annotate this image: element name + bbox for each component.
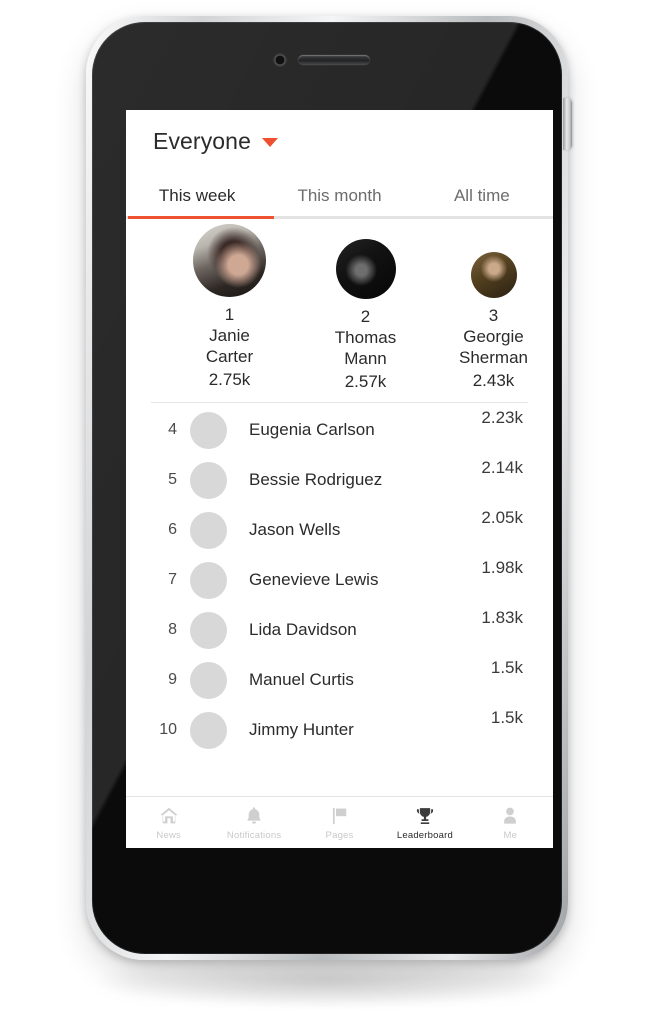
table-row[interactable]: 10 Jimmy Hunter 1.5k [126,705,553,755]
nav-label: Me [503,829,518,841]
row-rank: 4 [168,421,177,438]
podium-entry-3[interactable]: 3 Georgie Sherman 2.43k [436,252,551,391]
row-rank: 6 [168,521,177,538]
podium-entry-2[interactable]: 2 Thomas Mann 2.57k [298,239,433,392]
nav-label: Pages [325,829,354,841]
avatar [335,239,396,299]
podium-last-name: Mann [344,349,387,368]
avatar [190,511,227,549]
period-tabs: This week This month All time [126,172,553,219]
earpiece-speaker-icon [298,55,370,65]
phone-drop-shadow [96,962,556,1008]
nav-item-notifications[interactable]: Notifications [211,797,296,848]
row-rank: 8 [168,621,177,638]
volume-button[interactable] [563,98,572,150]
row-score: 2.05k [481,508,523,527]
row-name: Eugenia Carlson [249,420,375,439]
podium-score: 2.57k [344,372,387,391]
podium-first-name: Georgie [463,327,524,346]
podium-score: 2.75k [208,370,251,389]
flag-icon [329,805,351,827]
app-header: Everyone [126,110,553,172]
podium-first-name: Thomas [334,328,397,347]
avatar [190,611,227,649]
avatar [190,711,227,749]
avatar [190,461,227,499]
scope-label: Everyone [153,127,251,154]
home-icon [158,805,180,827]
table-row[interactable]: 5 Bessie Rodriguez 2.14k [126,455,553,505]
podium-rank: 2 [360,307,371,326]
row-rank: 5 [168,471,177,488]
table-row[interactable]: 9 Manuel Curtis 1.5k [126,655,553,705]
bell-icon [243,805,265,827]
avatar-photo [193,224,266,297]
table-row[interactable]: 4 Eugenia Carlson 2.23k [126,405,553,455]
row-name: Jason Wells [249,520,341,539]
tab-label: This month [297,185,382,205]
app-screen: Everyone This week This month All time 1… [126,110,553,848]
tab-this-month[interactable]: This month [268,172,410,219]
row-name: Manuel Curtis [249,670,354,689]
podium-rank: 3 [488,306,499,325]
avatar [470,252,517,298]
row-name: Lida Davidson [249,620,357,639]
camera-lens-icon [274,54,286,66]
row-rank: 7 [168,571,177,588]
podium-rank: 1 [224,305,235,324]
nav-label: News [156,829,181,841]
nav-label: Notifications [226,829,282,841]
top-three-podium: 1 Janie Carter 2.75k 2 Thomas Mann 2.57k… [126,219,553,402]
nav-item-pages[interactable]: Pages [297,797,382,848]
nav-item-news[interactable]: News [126,797,211,848]
table-row[interactable]: 7 Genevieve Lewis 1.98k [126,555,553,605]
row-name: Bessie Rodriguez [249,470,383,489]
avatar [190,411,227,449]
row-score: 1.98k [481,558,523,577]
chevron-down-icon [261,138,278,147]
avatar [193,224,266,297]
tab-label: All time [453,185,510,205]
table-row[interactable]: 8 Lida Davidson 1.83k [126,605,553,655]
trophy-icon [414,805,436,827]
podium-last-name: Carter [205,347,254,366]
scope-selector[interactable]: Everyone [153,128,278,155]
row-name: Genevieve Lewis [249,570,379,589]
screenshot-root: Everyone This week This month All time 1… [0,0,651,1024]
tab-label: This week [158,185,236,205]
podium-score: 2.43k [472,371,515,390]
podium-first-name: Janie [209,326,250,345]
nav-item-leaderboard[interactable]: Leaderboard [382,797,467,848]
person-icon [499,805,521,827]
row-rank: 9 [168,671,177,688]
avatar [190,561,227,599]
nav-item-me[interactable]: Me [468,797,553,848]
table-row[interactable]: 6 Jason Wells 2.05k [126,505,553,555]
tab-all-time[interactable]: All time [411,172,553,219]
bottom-navigation: News Notifications Pages Leaderboard Me [126,796,553,848]
row-score: 2.23k [481,408,523,427]
tab-this-week[interactable]: This week [126,172,268,219]
podium-last-name: Sherman [459,348,528,367]
avatar-photo [470,252,517,298]
nav-label: Leaderboard [396,829,453,841]
row-name: Jimmy Hunter [249,720,354,739]
avatar [190,661,227,699]
avatar-photo [335,239,396,299]
podium-entry-1[interactable]: 1 Janie Carter 2.75k [162,224,297,390]
row-score: 2.14k [481,458,523,477]
row-score: 1.83k [481,608,523,627]
row-score: 1.5k [490,658,523,677]
leaderboard-list: 4 Eugenia Carlson 2.23k 5 Bessie Rodrigu… [126,403,553,755]
row-rank: 10 [159,721,177,738]
row-score: 1.5k [490,708,523,727]
